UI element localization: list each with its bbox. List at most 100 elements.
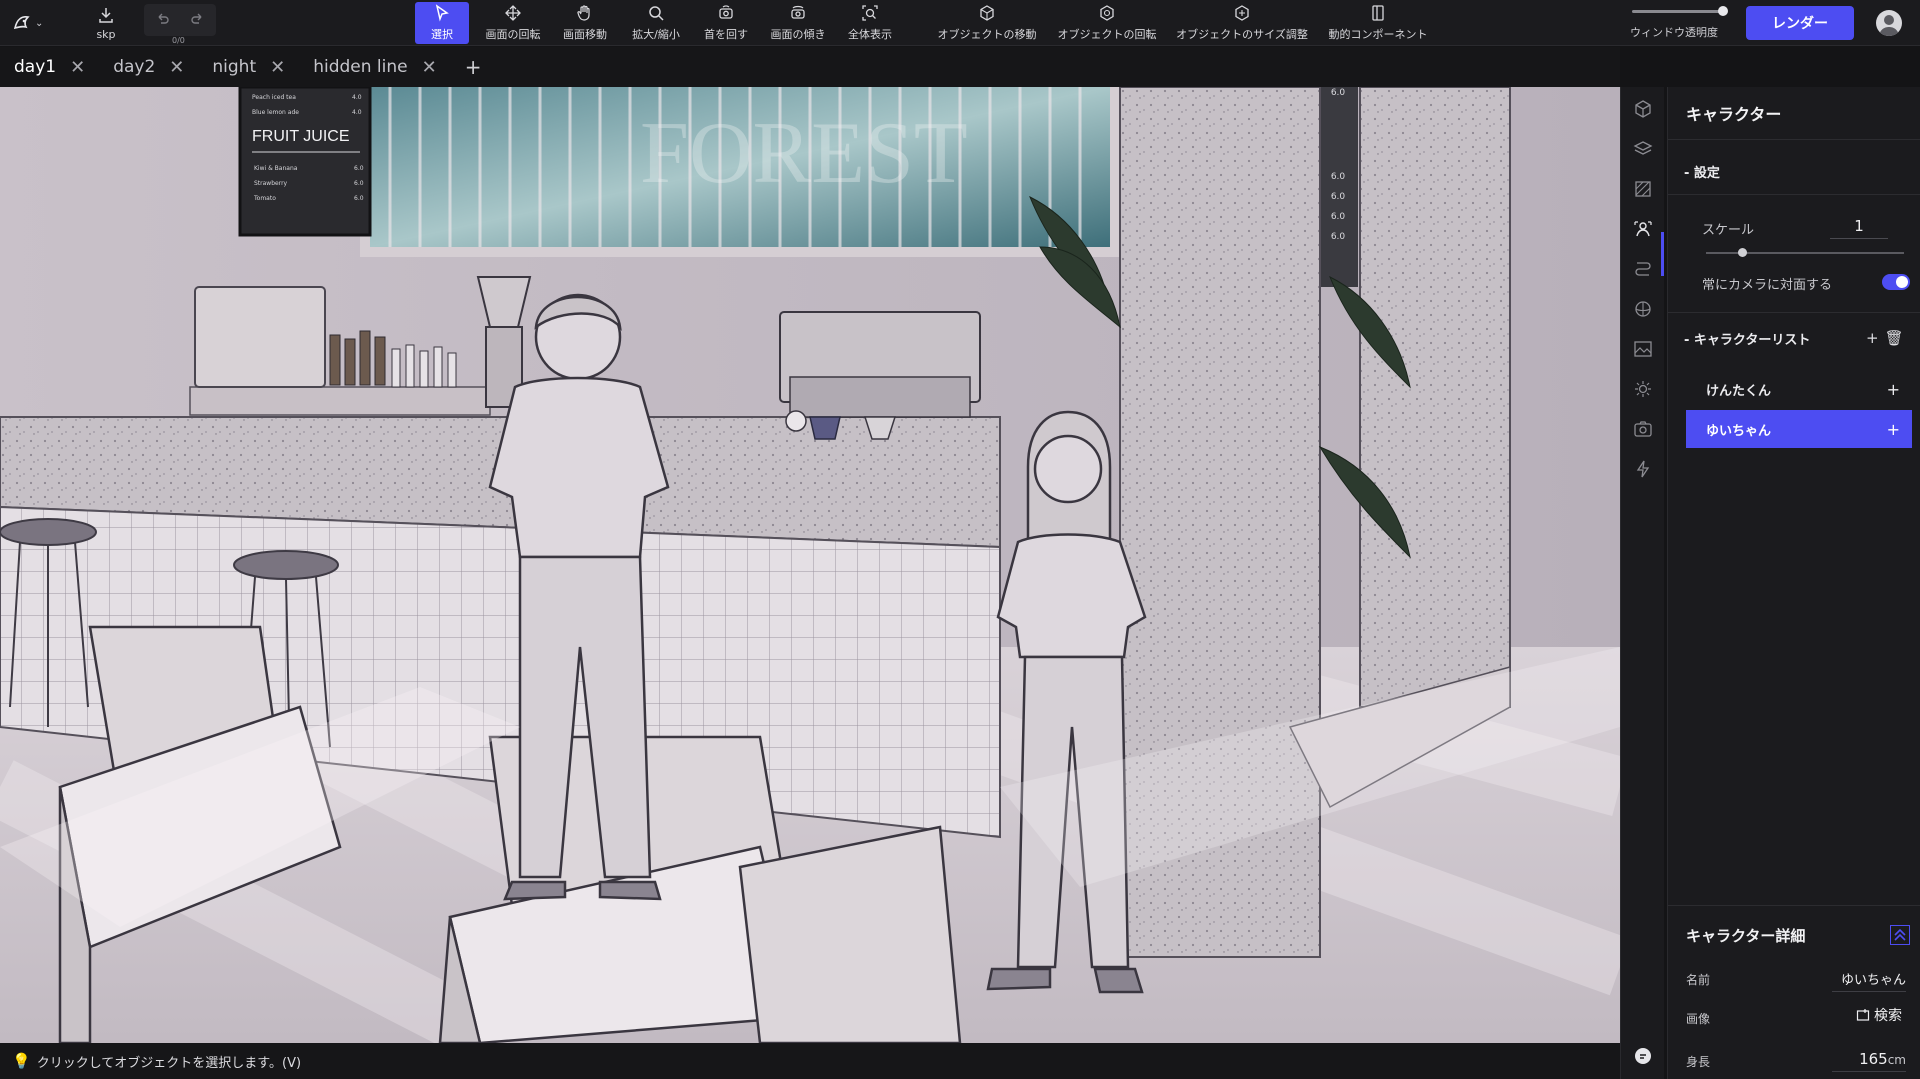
tool-move-object-button[interactable]: オブジェクトの移動	[934, 2, 1040, 44]
face-camera-toggle[interactable]	[1882, 274, 1910, 290]
character-name: けんたくん	[1706, 383, 1772, 399]
scale-slider-thumb[interactable]	[1738, 248, 1747, 257]
material-sphere-icon[interactable]	[1633, 299, 1653, 319]
tab-day2[interactable]: day2 ✕	[99, 47, 198, 87]
character-list-item[interactable]: けんたくん +	[1686, 370, 1912, 408]
tool-label: 画面移動	[563, 28, 607, 41]
name-field[interactable]: ゆいちゃん	[1832, 969, 1906, 992]
add-character-icon[interactable]: +	[1866, 329, 1879, 347]
image-search-button[interactable]: 検索	[1856, 1005, 1902, 1025]
face-camera-label: 常にカメラに対面する	[1702, 278, 1833, 293]
fit-all-icon	[862, 5, 878, 21]
tool-fit-all-button[interactable]: 全体表示	[844, 2, 896, 44]
close-icon[interactable]: ✕	[270, 57, 285, 78]
divider	[1668, 194, 1920, 195]
scale-label: スケール	[1702, 223, 1755, 238]
section-label: キャラクターリスト	[1693, 333, 1811, 348]
menu-item: Tomato	[253, 195, 276, 202]
lightning-icon[interactable]	[1633, 459, 1653, 479]
tab-night[interactable]: night ✕	[198, 47, 299, 87]
undo-icon[interactable]	[154, 12, 170, 28]
close-icon[interactable]: ✕	[70, 57, 85, 78]
tool-resize-object-button[interactable]: オブジェクトのサイズ調整	[1174, 2, 1310, 44]
close-icon[interactable]: ✕	[169, 57, 184, 78]
settings-section-header[interactable]: - 設定	[1684, 162, 1720, 181]
character-panel: キャラクター - 設定 スケール 1 常にカメラに対面する - キャラクターリス…	[1667, 87, 1920, 1079]
tool-label: オブジェクトの回転	[1057, 28, 1157, 41]
expand-plus-icon[interactable]: +	[1887, 380, 1900, 399]
skp-import-button[interactable]: skp	[84, 2, 128, 44]
menu-title: FRUIT JUICE	[252, 128, 349, 145]
tool-label: オブジェクトのサイズ調整	[1176, 28, 1308, 41]
menu-price: 6.0	[354, 180, 364, 187]
image-label: 画像	[1686, 1012, 1711, 1026]
trash-icon[interactable]: 🗑	[1885, 329, 1904, 347]
tool-tilt-button[interactable]: 画面の傾き	[768, 2, 828, 44]
redo-icon[interactable]	[190, 12, 206, 28]
app-logo-menu[interactable]: ⌄	[12, 10, 50, 36]
head-turn-icon	[719, 5, 733, 19]
tab-day1[interactable]: day1 ✕	[0, 47, 99, 87]
status-hint: クリックしてオブジェクトを選択します。(V)	[36, 1055, 302, 1071]
character-list-item[interactable]: ゆいちゃん +	[1686, 410, 1912, 448]
tool-dynamic-component-button[interactable]: 動的コンポーネント	[1326, 2, 1430, 44]
wall-menu-price: 6.0	[1331, 212, 1346, 222]
tool-select-button[interactable]: 選択	[415, 2, 469, 44]
path-icon[interactable]	[1633, 259, 1653, 279]
3d-viewport[interactable]: FOREST Peach iced tea 4.0 Blue lemon ade…	[0, 87, 1620, 1043]
tool-rotate-view-button[interactable]: 画面の回転	[482, 2, 544, 44]
panel-title: キャラクター	[1686, 105, 1782, 124]
divider	[1668, 905, 1920, 906]
app-logo-icon	[13, 16, 30, 30]
wall-menu-price: 6.0	[1331, 88, 1346, 98]
user-avatar[interactable]	[1876, 10, 1902, 36]
menu-price: 6.0	[354, 195, 364, 202]
collapse-detail-button[interactable]	[1890, 925, 1910, 945]
menu-price: 4.0	[352, 94, 362, 101]
texture-icon[interactable]	[1633, 179, 1653, 199]
character-list-section-header[interactable]: - キャラクターリスト	[1684, 329, 1810, 348]
add-tab-button[interactable]: +	[451, 55, 496, 79]
divider	[1668, 139, 1920, 140]
hand-icon	[577, 5, 590, 21]
scale-input[interactable]: 1	[1830, 217, 1888, 239]
image-icon[interactable]	[1633, 339, 1653, 359]
search-label: 検索	[1874, 1008, 1902, 1024]
menu-item: Blue lemon ade	[252, 109, 299, 116]
close-icon[interactable]: ✕	[422, 57, 437, 78]
expand-plus-icon[interactable]: +	[1887, 420, 1900, 439]
menu-item: Peach iced tea	[252, 94, 296, 101]
sun-icon[interactable]	[1633, 379, 1653, 399]
height-label: 身長	[1686, 1055, 1711, 1069]
tool-label: 画面の回転	[485, 28, 541, 41]
opacity-slider-thumb[interactable]	[1718, 6, 1728, 16]
scale-slider-track[interactable]	[1706, 252, 1904, 254]
character-icon[interactable]	[1633, 219, 1653, 239]
tool-rotate-object-button[interactable]: オブジェクトの回転	[1054, 2, 1160, 44]
layers-icon[interactable]	[1633, 139, 1653, 159]
opacity-slider-track[interactable]	[1632, 10, 1722, 13]
height-field[interactable]: 165cm	[1832, 1050, 1906, 1072]
move-object-icon	[980, 5, 994, 21]
camera-icon[interactable]	[1633, 419, 1653, 439]
tool-zoom-button[interactable]: 拡大/縮小	[628, 2, 684, 44]
list-actions: + 🗑	[1866, 329, 1904, 347]
tool-label: 動的コンポーネント	[1328, 28, 1428, 41]
menu-item: Strawberry	[254, 180, 288, 187]
section-label: 設定	[1693, 166, 1720, 181]
tool-head-turn-button[interactable]: 首を回す	[700, 2, 752, 44]
chat-icon[interactable]	[1633, 1046, 1653, 1066]
undo-count: 0/0	[172, 36, 185, 45]
wall-menu-price: 6.0	[1331, 192, 1346, 202]
render-button[interactable]: レンダー	[1746, 6, 1854, 40]
character-name: ゆいちゃん	[1706, 423, 1772, 439]
lightbulb-icon: 💡	[12, 1052, 31, 1070]
divider	[1668, 312, 1920, 313]
rotate-view-icon	[505, 5, 521, 21]
object-cube-icon[interactable]	[1633, 99, 1653, 119]
tab-hidden-line[interactable]: hidden line ✕	[299, 47, 451, 87]
menu-board: Peach iced tea 4.0 Blue lemon ade 4.0 FR…	[238, 87, 372, 237]
tool-label: オブジェクトの移動	[937, 28, 1037, 41]
tool-pan-button[interactable]: 画面移動	[558, 2, 612, 44]
wall-menu-price: 6.0	[1331, 232, 1346, 242]
